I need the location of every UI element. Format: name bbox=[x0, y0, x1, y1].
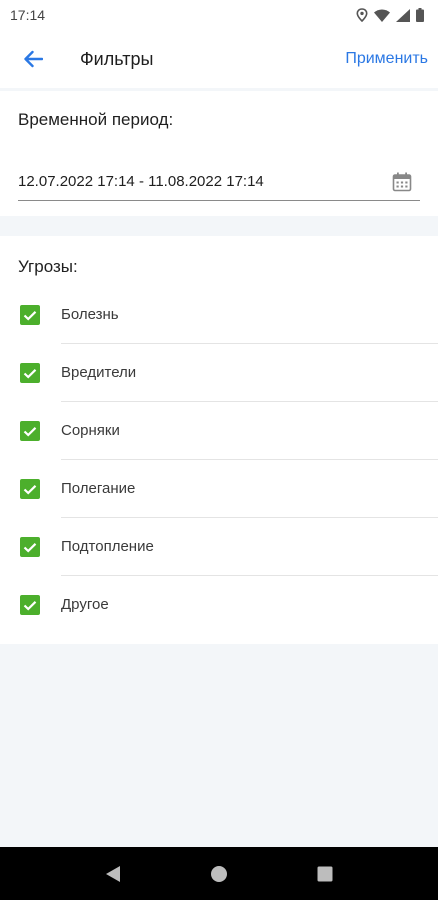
calendar-icon[interactable] bbox=[392, 172, 412, 192]
home-circle-icon bbox=[211, 865, 227, 882]
threat-list: Болезнь Вредители Сорняки Полегание Подт… bbox=[0, 286, 438, 634]
checkbox-checked[interactable] bbox=[20, 479, 40, 499]
threat-label: Подтопление bbox=[61, 538, 154, 555]
checkmark-icon bbox=[23, 484, 37, 495]
battery-icon bbox=[416, 8, 424, 22]
threat-item-other[interactable]: Другое bbox=[0, 576, 438, 634]
threat-item-weeds[interactable]: Сорняки bbox=[0, 402, 438, 460]
checkbox-checked[interactable] bbox=[20, 595, 40, 615]
period-card: Временной период: 12.07.2022 17:14 - 11.… bbox=[0, 91, 438, 216]
wifi-icon bbox=[374, 9, 390, 22]
date-range-value: 12.07.2022 17:14 - 11.08.2022 17:14 bbox=[18, 173, 264, 190]
system-nav-bar bbox=[0, 847, 438, 900]
checkbox-checked[interactable] bbox=[20, 363, 40, 383]
checkmark-icon bbox=[23, 542, 37, 553]
threats-card: Угрозы: Болезнь Вредители Сорняки Полега… bbox=[0, 236, 438, 644]
threat-label: Полегание bbox=[61, 480, 136, 497]
checkmark-icon bbox=[23, 310, 37, 321]
threat-item-disease[interactable]: Болезнь bbox=[0, 286, 438, 344]
nav-recents-button[interactable] bbox=[305, 854, 345, 894]
signal-icon bbox=[396, 8, 410, 22]
period-label: Временной период: bbox=[18, 110, 174, 129]
threat-label: Вредители bbox=[61, 364, 137, 381]
app-bar: Фильтры Применить bbox=[0, 30, 438, 88]
nav-back-button[interactable] bbox=[93, 854, 133, 894]
arrow-left-icon bbox=[24, 50, 43, 68]
threat-label: Болезнь bbox=[61, 306, 119, 323]
page-title: Фильтры bbox=[80, 48, 154, 69]
location-icon bbox=[356, 8, 368, 22]
date-range-field[interactable]: 12.07.2022 17:14 - 11.08.2022 17:14 bbox=[18, 163, 420, 201]
recents-square-icon bbox=[317, 866, 333, 881]
threat-label: Другое bbox=[61, 596, 109, 613]
checkbox-checked[interactable] bbox=[20, 537, 40, 557]
checkbox-checked[interactable] bbox=[20, 421, 40, 441]
nav-home-button[interactable] bbox=[199, 854, 239, 894]
back-triangle-icon bbox=[106, 865, 120, 882]
threat-item-pests[interactable]: Вредители bbox=[0, 344, 438, 402]
apply-button[interactable]: Применить bbox=[345, 50, 428, 68]
back-button[interactable] bbox=[4, 30, 62, 88]
threats-label: Угрозы: bbox=[18, 257, 78, 276]
threat-label: Сорняки bbox=[61, 422, 120, 439]
checkbox-checked[interactable] bbox=[20, 305, 40, 325]
status-icons bbox=[356, 8, 424, 22]
checkmark-icon bbox=[23, 426, 37, 437]
checkmark-icon bbox=[23, 368, 37, 379]
status-time: 17:14 bbox=[10, 7, 46, 23]
threat-item-flooding[interactable]: Подтопление bbox=[0, 518, 438, 576]
threat-item-lodging[interactable]: Полегание bbox=[0, 460, 438, 518]
status-bar: 17:14 bbox=[0, 0, 438, 30]
checkmark-icon bbox=[23, 600, 37, 611]
